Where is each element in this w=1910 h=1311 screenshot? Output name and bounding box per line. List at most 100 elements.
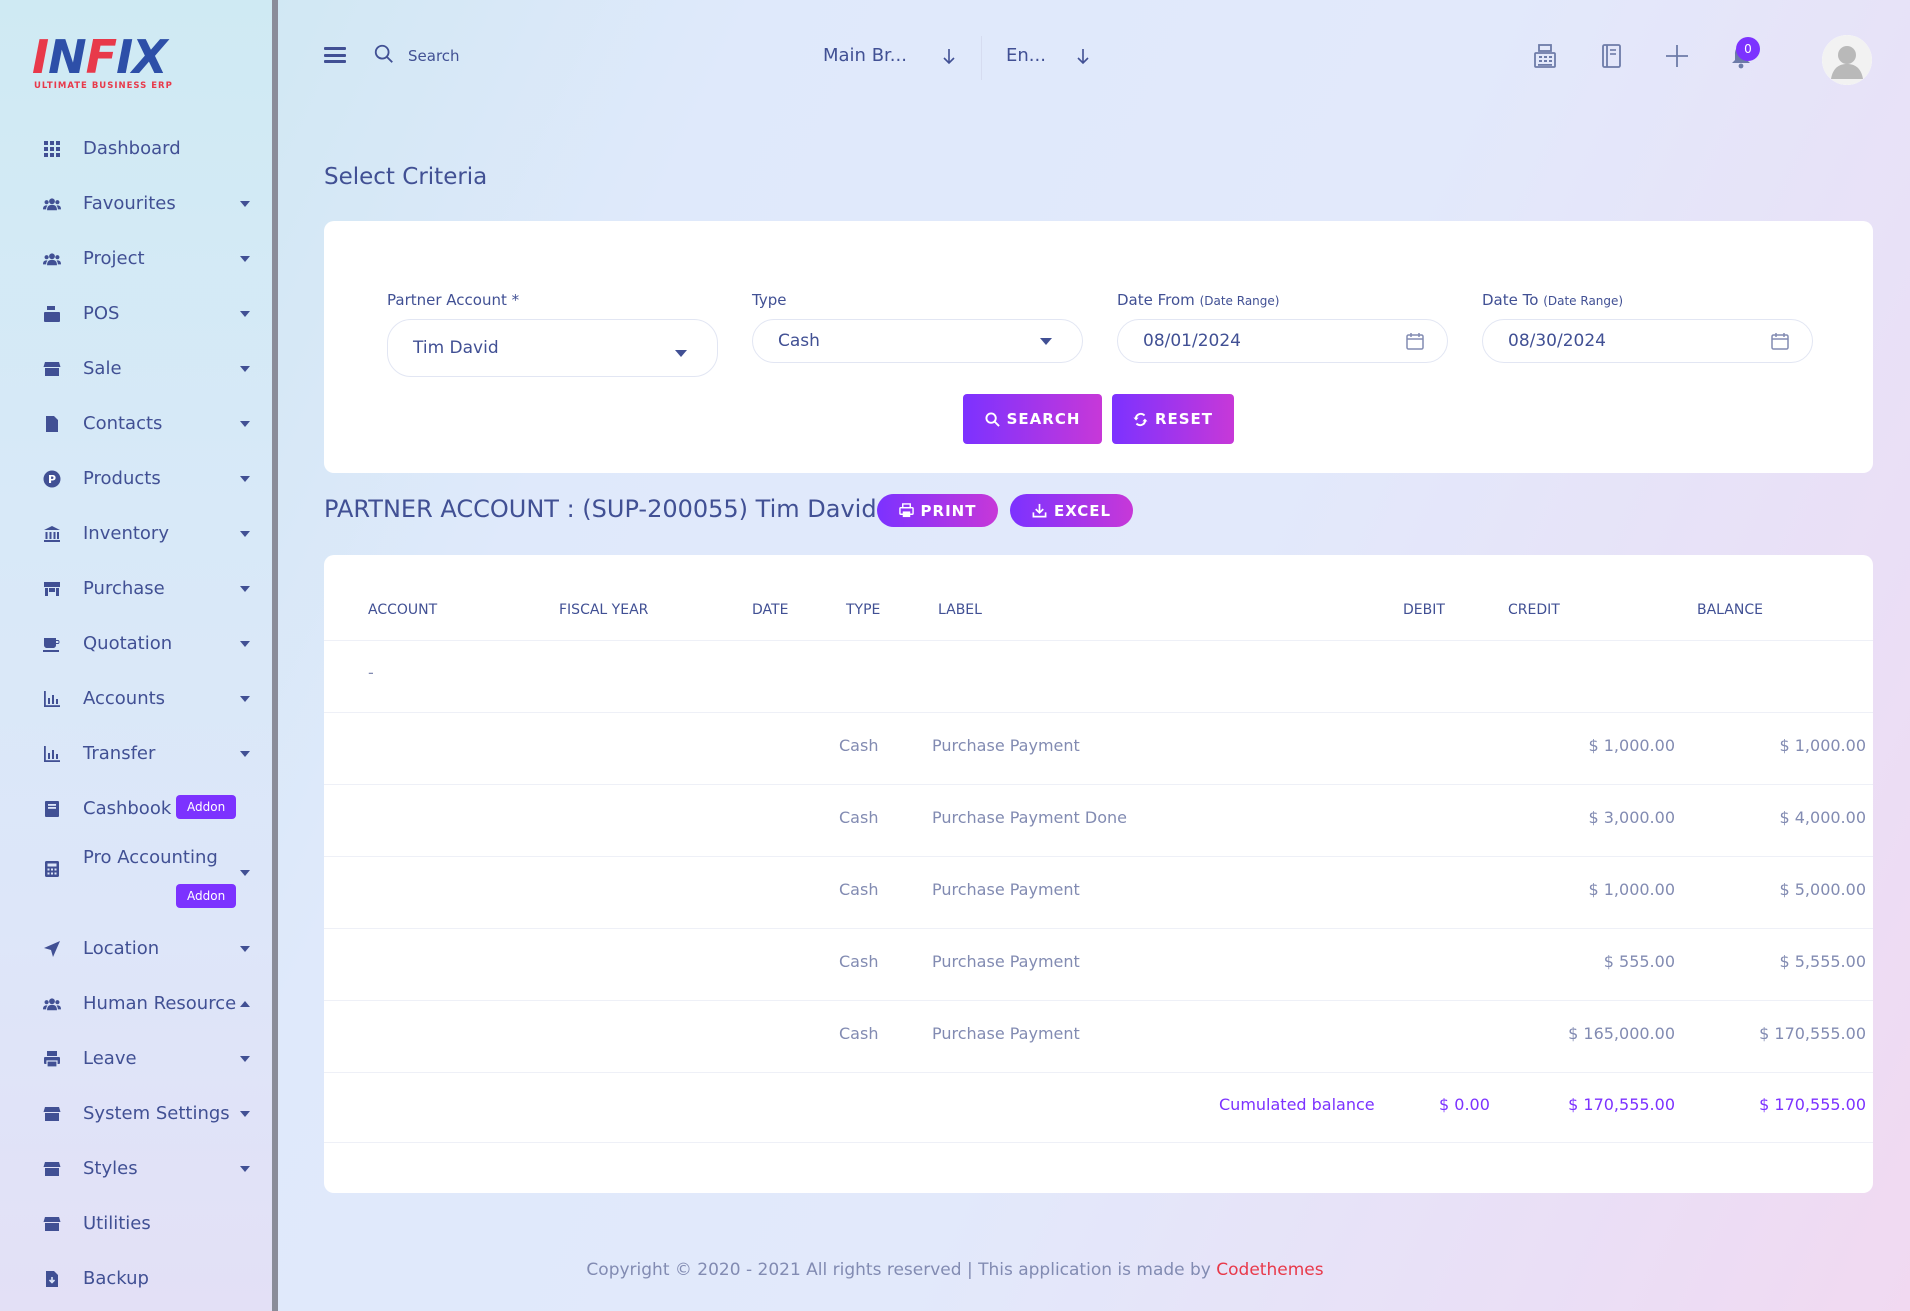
sidebar-item-label: POS [83,303,120,324]
credit-cell: $ 555.00 [1603,952,1675,971]
users-icon [42,994,62,1014]
store-icon [42,1159,62,1179]
column-header-account: ACCOUNT [368,602,438,618]
sidebar-item-utilities[interactable]: Utilities [0,1196,272,1251]
sidebar-item-contacts[interactable]: Contacts [0,396,272,451]
column-header-fiscal-year: FISCAL YEAR [559,602,649,618]
caret-down-icon [240,640,250,647]
column-header-label: LABEL [938,602,982,618]
grid-icon [42,139,62,159]
print-button[interactable]: PRINT [877,494,998,527]
sidebar-item-pro-accounting[interactable]: Pro Accounting Addon [0,836,272,921]
table-divider [324,1072,1873,1073]
sidebar-item-products[interactable]: P Products [0,451,272,506]
bank-icon [42,524,62,544]
sidebar-item-purchase[interactable]: Purchase [0,561,272,616]
page-title: Select Criteria [324,164,488,190]
plus-icon[interactable] [1663,42,1691,70]
search-button[interactable]: SEARCH [963,394,1102,444]
cup-icon [42,634,62,654]
total-balance: $ 170,555.00 [1759,1095,1866,1114]
date-to-input[interactable]: 08/30/2024 [1482,319,1813,363]
caret-down-icon [240,695,250,702]
sidebar-item-quotation[interactable]: Quotation [0,616,272,671]
balance-cell: $ 170,555.00 [1759,1024,1866,1043]
logo[interactable]: INFIX ULTIMATE BUSINESS ERP [32,30,182,92]
date-to-label-text: Date To [1482,291,1539,309]
caret-down-icon [240,1165,250,1172]
store-icon [42,1104,62,1124]
excel-button[interactable]: EXCEL [1010,494,1133,527]
sidebar-item-project[interactable]: Project [0,231,272,286]
sidebar-item-label: Quotation [83,633,173,654]
logo-subtitle: ULTIMATE BUSINESS ERP [34,81,173,91]
menu-toggle-button[interactable] [324,47,346,63]
date-to-value: 08/30/2024 [1508,331,1606,351]
branch-select[interactable]: Main Br... [823,45,907,66]
sidebar-item-label: Location [83,938,160,959]
reset-button[interactable]: RESET [1112,394,1234,444]
total-debit: $ 0.00 [1439,1095,1490,1114]
table-divider [324,784,1873,785]
footer: Copyright © 2020 - 2021 All rights reser… [0,1260,1910,1280]
sidebar-item-label: Dashboard [83,138,181,159]
sidebar-item-label: Contacts [83,413,163,434]
notification-badge: 0 [1736,37,1760,61]
caret-down-icon [240,310,250,317]
sidebar-item-inventory[interactable]: Inventory [0,506,272,561]
cumulated-balance-label: Cumulated balance [1219,1095,1375,1114]
pos-register-icon[interactable] [1531,42,1559,70]
date-from-label: Date From (Date Range) [1117,291,1279,309]
sidebar-item-accounts[interactable]: Accounts [0,671,272,726]
sidebar-item-transfer[interactable]: Transfer [0,726,272,781]
caret-down-icon [240,530,250,537]
sidebar-item-pos[interactable]: POS [0,286,272,341]
column-header-debit: DEBIT [1403,602,1445,618]
sidebar-item-label: Cashbook [83,798,172,819]
partner-account-select[interactable]: Tim David [387,319,718,377]
type-label: Type [752,291,787,309]
sidebar-item-label: Styles [83,1158,138,1179]
sidebar-item-label: Accounts [83,688,166,709]
sidebar-item-styles[interactable]: Styles [0,1141,272,1196]
download-icon [1032,503,1047,518]
footer-link[interactable]: Codethemes [1216,1260,1323,1280]
addon-badge: Addon [176,884,237,908]
excel-button-label: EXCEL [1053,501,1112,520]
caret-down-icon [240,750,250,757]
sidebar-item-label: Transfer [83,743,156,764]
search-input[interactable] [408,42,608,70]
sidebar: INFIX ULTIMATE BUSINESS ERP Dashboard Fav… [0,0,278,1311]
notebook-icon[interactable] [1597,42,1625,70]
language-select[interactable]: En... [1006,45,1046,66]
type-select[interactable]: Cash [752,319,1083,363]
date-from-input[interactable]: 08/01/2024 [1117,319,1448,363]
sidebar-item-favourites[interactable]: Favourites [0,176,272,231]
caret-up-icon [240,1000,250,1007]
label-cell: Purchase Payment [932,1024,1080,1043]
sidebar-item-label: Human Resource [83,993,237,1014]
printer-icon [898,503,914,518]
avatar[interactable] [1822,35,1872,85]
book-icon [42,799,62,819]
label-cell: Purchase Payment Done [932,808,1127,827]
date-from-label-text: Date From [1117,291,1195,309]
caret-down-icon [240,200,250,207]
date-from-hint: (Date Range) [1199,294,1280,308]
balance-cell: $ 5,000.00 [1779,880,1866,899]
sidebar-item-dashboard[interactable]: Dashboard [0,121,272,176]
addon-badge: Addon [176,795,237,819]
sidebar-item-sale[interactable]: Sale [0,341,272,396]
caret-down-icon [240,420,250,427]
sidebar-item-system-settings[interactable]: System Settings [0,1086,272,1141]
sidebar-item-location[interactable]: Location [0,921,272,976]
table-divider [324,928,1873,929]
partner-account-title: PARTNER ACCOUNT : (SUP-200055) Tim David [324,495,877,523]
sidebar-item-label: Products [83,468,161,489]
calendar-icon [1406,333,1424,350]
sidebar-item-cashbook[interactable]: Cashbook Addon [0,781,272,836]
sidebar-item-human-resource[interactable]: Human Resource [0,976,272,1031]
sidebar-item-leave[interactable]: Leave [0,1031,272,1086]
sidebar-item-label: Utilities [83,1213,151,1234]
ledger-table: ACCOUNT FISCAL YEAR DATE TYPE LABEL DEBI… [324,555,1873,1193]
